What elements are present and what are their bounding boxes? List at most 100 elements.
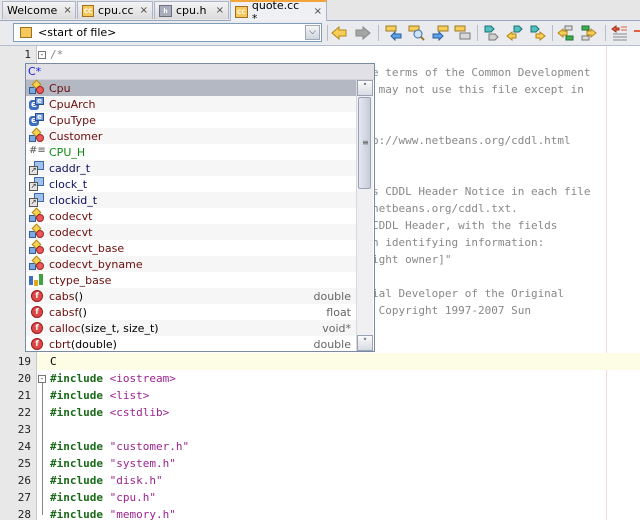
completion-item-name: codecvt bbox=[49, 209, 93, 223]
chevron-down-icon: ˅ bbox=[362, 338, 368, 348]
chevron-down-icon[interactable]: ⌵ bbox=[305, 25, 320, 40]
code-line: CDDL Header, with the fields bbox=[372, 219, 558, 232]
back-button[interactable] bbox=[330, 24, 348, 42]
completion-item-label: codecvt bbox=[49, 210, 92, 223]
fold-toggle-icon[interactable]: - bbox=[38, 51, 46, 59]
completion-item[interactable]: ↗ caddr_t bbox=[26, 160, 357, 176]
completion-item-return-type: double bbox=[313, 337, 352, 351]
close-icon[interactable]: × bbox=[308, 6, 322, 17]
shift-line-left-icon bbox=[557, 25, 574, 41]
macro-icon: #≡ bbox=[29, 145, 46, 156]
next-bookmark-icon bbox=[530, 25, 546, 41]
code-line: n identifying information: bbox=[372, 236, 545, 249]
tab-cpu-h[interactable]: h cpu.h × bbox=[154, 1, 229, 19]
completion-item-name: cabsf bbox=[49, 305, 79, 319]
tab-quote-cc[interactable]: CC quote.cc * × bbox=[230, 0, 327, 25]
code-line: e terms of the Common Development bbox=[372, 66, 591, 79]
find-next-icon bbox=[432, 25, 449, 41]
code-line-include: #include "disk.h" bbox=[50, 474, 163, 487]
close-icon[interactable]: × bbox=[210, 5, 224, 16]
arrow-left-icon bbox=[331, 26, 347, 40]
line-number: 23 bbox=[17, 423, 31, 436]
completion-item-name: codecvt bbox=[49, 225, 93, 239]
shift-right-button[interactable] bbox=[580, 24, 598, 42]
scroll-up-button[interactable]: ˄ bbox=[357, 80, 373, 96]
overflow-icon bbox=[634, 30, 640, 32]
completion-item[interactable]: e e CpuType bbox=[26, 112, 357, 128]
completion-item-name: calloc bbox=[49, 321, 81, 335]
completion-item-label: CpuType bbox=[49, 114, 96, 127]
code-line: Copyright 1997-2007 Sun bbox=[372, 304, 531, 317]
completion-item-label: codecvt_byname bbox=[49, 258, 143, 271]
completion-item[interactable]: codecvt_byname bbox=[26, 255, 357, 272]
cc-file-icon: CC bbox=[82, 4, 94, 17]
completion-item-name: Cpu bbox=[49, 81, 71, 95]
find-previous-icon bbox=[385, 25, 402, 41]
find-previous-button[interactable] bbox=[385, 24, 403, 42]
uncomment-icon bbox=[611, 25, 627, 41]
line-number: 25 bbox=[17, 457, 31, 470]
completion-list[interactable]: Cpu e e CpuArch e e CpuType Customer #≡ CPU_H ↗ cad… bbox=[26, 79, 357, 352]
code-line: may not use this file except in bbox=[372, 83, 584, 96]
shift-left-button[interactable] bbox=[557, 24, 575, 42]
completion-item-label: codecvt_base bbox=[49, 242, 124, 255]
completion-item-name: Customer bbox=[49, 129, 103, 143]
bookmark-icon bbox=[484, 25, 499, 41]
close-icon[interactable]: × bbox=[134, 5, 148, 16]
editor-toolbar: <start of file> ⌵ bbox=[0, 21, 640, 46]
completion-item-name: CpuType bbox=[49, 113, 96, 127]
navigator-combobox[interactable]: <start of file> ⌵ bbox=[13, 23, 322, 42]
completion-item-name: clockid_t bbox=[49, 193, 98, 207]
close-icon[interactable]: × bbox=[57, 5, 71, 16]
toggle-bookmark-button[interactable] bbox=[483, 24, 501, 42]
completion-scrollbar[interactable]: ˄ ≡ ˅ bbox=[356, 80, 373, 351]
completion-item[interactable]: f cbrt(double) double bbox=[26, 336, 357, 352]
code-line: p://www.netbeans.org/cddl.html bbox=[372, 134, 571, 147]
toggle-highlight-button[interactable] bbox=[454, 24, 472, 42]
completion-item[interactable]: codecvt_base bbox=[26, 239, 357, 256]
completion-item-label: clockid_t bbox=[49, 194, 97, 207]
search-icon bbox=[408, 25, 425, 41]
tab-welcome[interactable]: Welcome × bbox=[2, 1, 76, 19]
completion-item[interactable]: f cabs() double bbox=[26, 288, 357, 304]
line-number: 22 bbox=[17, 406, 31, 419]
completion-item[interactable]: #≡ CPU_H bbox=[26, 144, 357, 160]
scroll-thumb[interactable]: ≡ bbox=[358, 97, 371, 189]
toolbar-separator bbox=[477, 25, 478, 41]
find-next-button[interactable] bbox=[431, 24, 449, 42]
class-icon bbox=[29, 79, 45, 95]
overflow-button[interactable] bbox=[634, 24, 640, 42]
line-number: 1 bbox=[24, 48, 31, 61]
completion-item[interactable]: ctype_base bbox=[26, 272, 357, 288]
code-line: ial Developer of the Original bbox=[372, 287, 565, 300]
completion-item[interactable]: ↗ clock_t bbox=[26, 176, 357, 192]
completion-item[interactable]: f calloc(size_t, size_t) void* bbox=[26, 320, 357, 336]
current-line-highlight bbox=[37, 353, 640, 370]
completion-item[interactable]: codecvt bbox=[26, 223, 357, 240]
class-icon bbox=[29, 127, 45, 143]
forward-button[interactable] bbox=[354, 24, 372, 42]
completion-item-name: clock_t bbox=[49, 177, 88, 191]
completion-item[interactable]: e e CpuArch bbox=[26, 96, 357, 112]
completion-item-name: CPU_H bbox=[49, 145, 86, 159]
completion-item-label: CPU_H bbox=[49, 146, 85, 159]
fold-toggle-icon[interactable]: - bbox=[38, 375, 46, 383]
completion-item[interactable]: codecvt bbox=[26, 207, 357, 224]
completion-item-label: codecvt bbox=[49, 226, 92, 239]
completion-item[interactable]: Customer bbox=[26, 127, 357, 144]
find-selection-button[interactable] bbox=[408, 24, 426, 42]
completion-item-params: (double) bbox=[70, 337, 117, 351]
completion-item[interactable]: Cpu bbox=[26, 79, 357, 96]
typedef-icon: ↗ bbox=[29, 193, 45, 207]
next-bookmark-button[interactable] bbox=[529, 24, 547, 42]
previous-bookmark-button[interactable] bbox=[506, 24, 524, 42]
completion-item-label: cabsf() bbox=[49, 306, 87, 319]
scroll-down-button[interactable]: ˅ bbox=[357, 335, 373, 351]
completion-item[interactable]: ↗ clockid_t bbox=[26, 192, 357, 208]
tab-cpu-cc[interactable]: CC cpu.cc × bbox=[77, 1, 153, 19]
completion-item-label: CpuArch bbox=[49, 98, 95, 111]
code-completion-popup[interactable]: C* Cpu e e CpuArch e e CpuType Customer #≡ CPU_H ↗… bbox=[25, 63, 375, 352]
completion-item[interactable]: f cabsf() float bbox=[26, 304, 357, 320]
highlight-icon bbox=[454, 25, 471, 40]
uncomment-button[interactable] bbox=[611, 24, 629, 42]
